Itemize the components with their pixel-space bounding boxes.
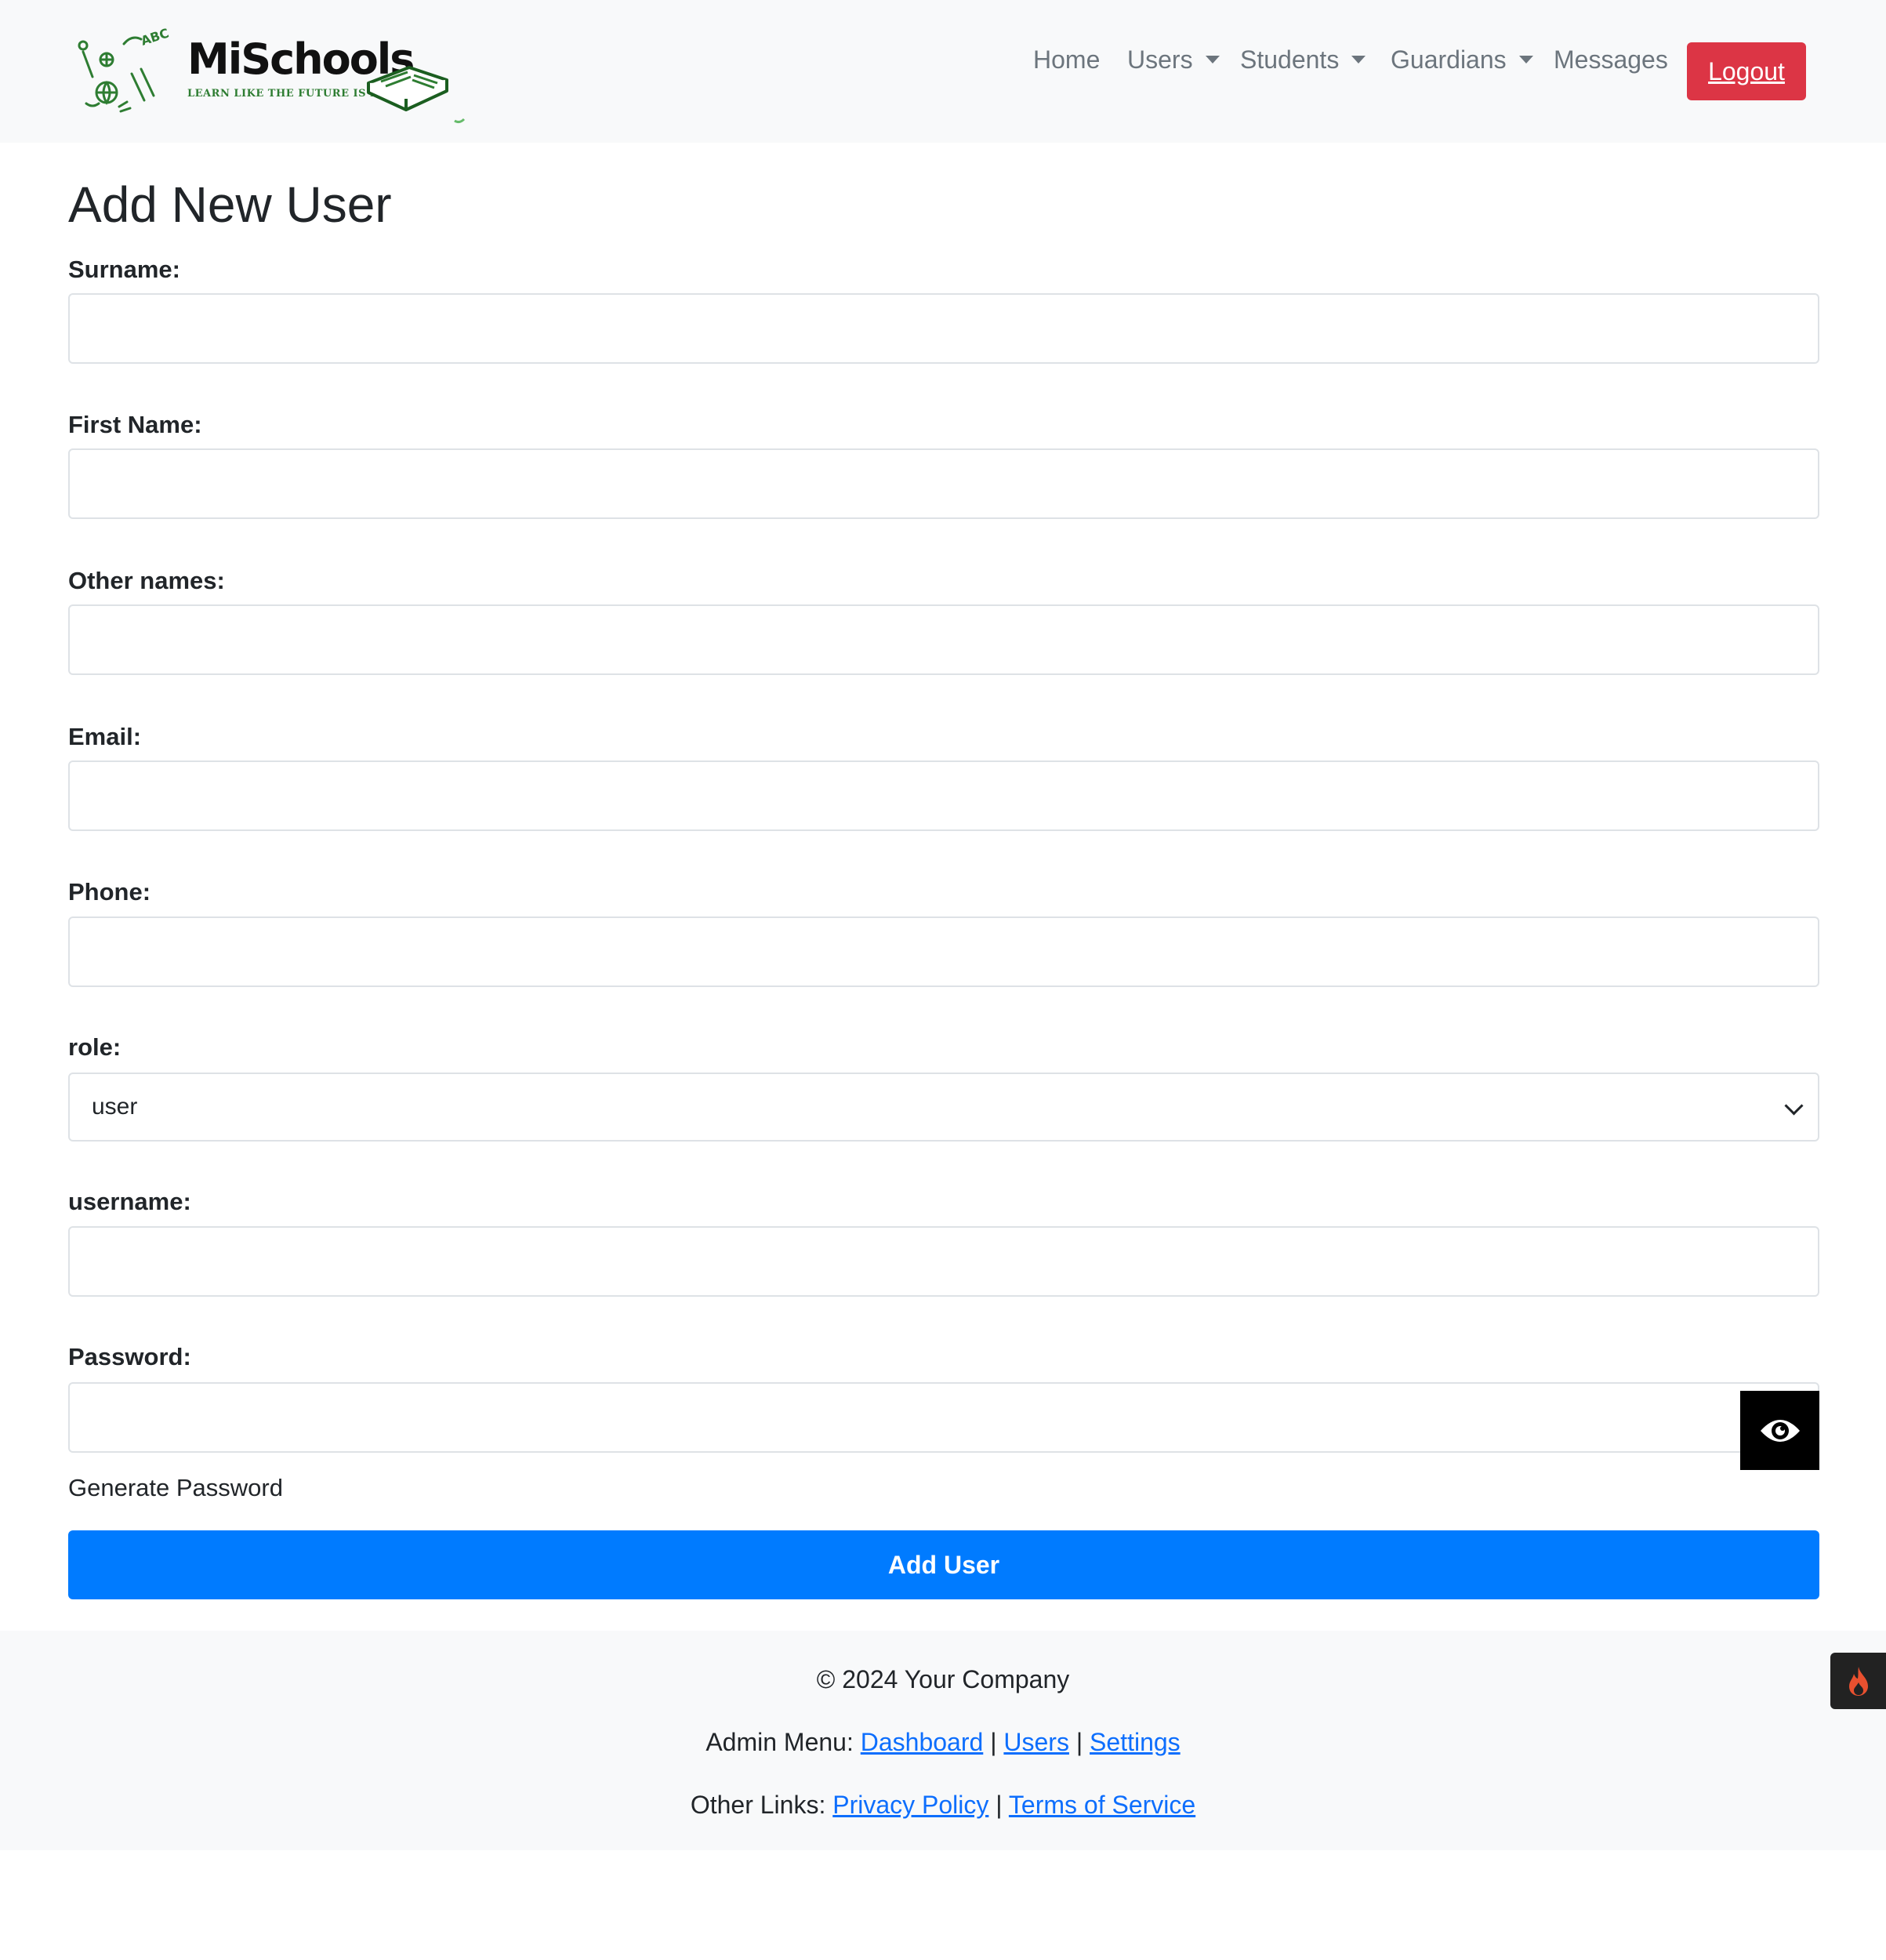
- page-title: Add New User: [68, 176, 392, 233]
- other-names-label: Other names:: [68, 567, 225, 594]
- footer-link-dashboard[interactable]: Dashboard: [861, 1728, 984, 1756]
- email-label: Email:: [68, 723, 142, 750]
- navbar: ABC MiSchools LEARN LIKE THE FUTURE IS N…: [0, 0, 1886, 143]
- other-links-label: Other Links:: [690, 1791, 826, 1819]
- nav-users-label: Users: [1127, 45, 1193, 74]
- caret-down-icon: [1351, 56, 1366, 64]
- caret-down-icon: [1205, 56, 1220, 64]
- separator: |: [990, 1728, 997, 1756]
- phone-input[interactable]: [68, 916, 1819, 987]
- password-input[interactable]: [68, 1382, 1819, 1453]
- footer-link-terms-of-service[interactable]: Terms of Service: [1009, 1791, 1195, 1819]
- phone-label: Phone:: [68, 878, 151, 906]
- role-selected-value: user: [92, 1094, 138, 1120]
- role-select[interactable]: user: [68, 1073, 1819, 1142]
- eye-icon: [1760, 1419, 1800, 1442]
- role-label: role:: [68, 1033, 122, 1061]
- copyright-text: © 2024 Your Company: [816, 1665, 1070, 1693]
- generate-password-link[interactable]: Generate Password: [68, 1474, 283, 1502]
- first-name-input[interactable]: [68, 448, 1819, 519]
- surname-label: Surname:: [68, 256, 180, 283]
- logout-button[interactable]: Logout: [1687, 42, 1806, 100]
- nav-guardians-label: Guardians: [1391, 45, 1507, 74]
- add-user-button[interactable]: Add User: [68, 1530, 1819, 1599]
- separator: |: [1075, 1728, 1083, 1756]
- footer-link-privacy-policy[interactable]: Privacy Policy: [832, 1791, 988, 1819]
- surname-input[interactable]: [68, 293, 1819, 364]
- footer: © 2024 Your Company Admin Menu: Dashboar…: [0, 1631, 1886, 1850]
- email-input[interactable]: [68, 760, 1819, 831]
- nav-students-dropdown[interactable]: Students: [1240, 45, 1366, 74]
- separator: |: [996, 1791, 1003, 1819]
- nav-messages[interactable]: Messages: [1554, 45, 1668, 74]
- footer-link-users[interactable]: Users: [1003, 1728, 1069, 1756]
- toggle-password-button[interactable]: [1740, 1391, 1819, 1470]
- admin-menu-label: Admin Menu:: [705, 1728, 854, 1756]
- first-name-label: First Name:: [68, 411, 202, 438]
- nav-home[interactable]: Home: [1033, 45, 1100, 74]
- chevron-down-icon: [1784, 1096, 1804, 1116]
- admin-menu: Admin Menu: Dashboard | Users | Settings: [0, 1728, 1886, 1757]
- nav-messages-label: Messages: [1554, 45, 1668, 74]
- svg-text:ABC: ABC: [139, 28, 169, 49]
- nav-students-label: Students: [1240, 45, 1340, 74]
- other-links: Other Links: Privacy Policy | Terms of S…: [0, 1791, 1886, 1820]
- other-names-input[interactable]: [68, 604, 1819, 675]
- password-label: Password:: [68, 1343, 191, 1370]
- caret-down-icon: [1518, 56, 1533, 64]
- footer-link-settings[interactable]: Settings: [1090, 1728, 1181, 1756]
- brand-logo[interactable]: ABC MiSchools LEARN LIKE THE FUTURE IS N…: [75, 24, 483, 125]
- debug-toolbar-button[interactable]: [1830, 1653, 1886, 1709]
- username-input[interactable]: [68, 1226, 1819, 1297]
- nav-home-label: Home: [1033, 45, 1101, 74]
- nav-guardians-dropdown[interactable]: Guardians: [1391, 45, 1533, 74]
- book-icon: [367, 66, 466, 124]
- nav-users-dropdown[interactable]: Users: [1127, 45, 1220, 74]
- fire-icon: [1848, 1667, 1868, 1696]
- school-doodle-icon: ABC: [78, 28, 169, 113]
- username-label: username:: [68, 1188, 191, 1215]
